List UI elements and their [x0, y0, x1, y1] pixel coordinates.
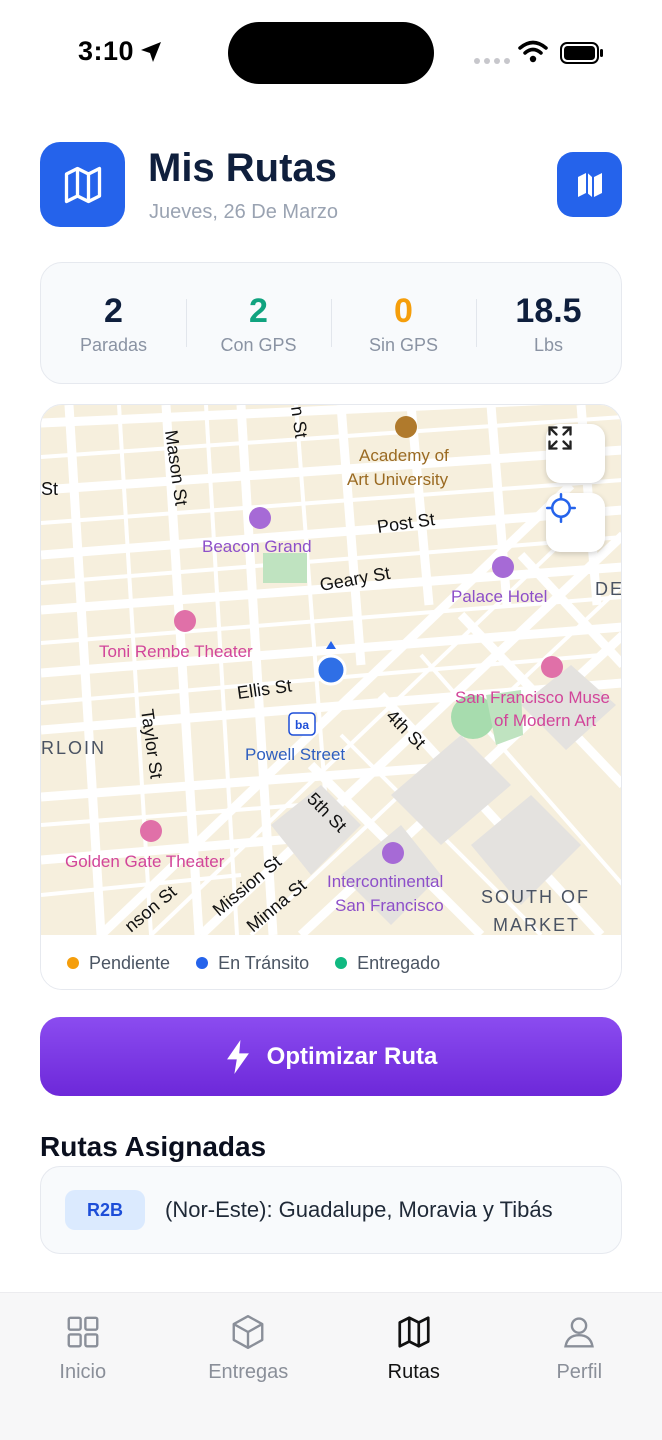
locate-me-button[interactable]	[546, 493, 605, 552]
map-label: San Francisco Muse	[455, 688, 610, 707]
stat-label: Paradas	[79, 335, 148, 355]
map-label: Toni Rembe Theater	[99, 642, 253, 661]
stat-value: 18.5	[515, 292, 582, 330]
stat-value: 2	[249, 292, 268, 330]
stat-label: Con GPS	[220, 335, 297, 355]
map-label: n St	[287, 405, 311, 439]
tab-bar: Inicio Entregas Rutas Perfil	[0, 1292, 662, 1440]
legend-entregado: Entregado	[335, 953, 440, 974]
map-label: Art University	[347, 470, 449, 489]
map-label: Ellis St	[236, 675, 293, 702]
tab-label: Inicio	[59, 1361, 107, 1383]
map-label: St	[41, 479, 58, 499]
wifi-icon	[518, 40, 548, 63]
legend-label: Pendiente	[89, 952, 171, 973]
map-label: San Francisco	[335, 896, 444, 915]
svg-text:ba: ba	[295, 718, 309, 732]
stats-card: 2 Paradas 2 Con GPS 0 Sin GPS 18.5 Lbs	[40, 262, 622, 384]
legend-pendiente: Pendiente	[67, 953, 170, 974]
legend-label: En Tránsito	[218, 952, 310, 973]
map-label: Powell Street	[245, 745, 345, 764]
tab-label: Rutas	[387, 1361, 440, 1383]
stat-label: Lbs	[533, 335, 564, 355]
battery-icon	[560, 42, 603, 64]
expand-map-button[interactable]	[546, 424, 605, 483]
optimize-route-button[interactable]: Optimizar Ruta	[40, 1017, 622, 1096]
map-card: ba Academy of Art University Beacon Gran…	[40, 404, 622, 990]
stat-value: 2	[104, 292, 123, 330]
route-map[interactable]: ba Academy of Art University Beacon Gran…	[41, 405, 622, 935]
locate-icon	[546, 493, 576, 523]
status-dot	[67, 957, 79, 969]
map-label: DE	[595, 579, 622, 599]
route-item[interactable]: R2B (Nor-Este): Guadalupe, Moravia y Tib…	[40, 1166, 622, 1254]
map-icon	[398, 1316, 430, 1348]
tab-rutas[interactable]: Rutas	[331, 1293, 497, 1440]
map-label: Palace Hotel	[451, 587, 547, 606]
stat-lbs: 18.5 Lbs	[476, 263, 621, 383]
stat-con-gps: 2 Con GPS	[186, 263, 331, 383]
map-label: Intercontinental	[327, 872, 443, 891]
map-icon	[577, 172, 602, 197]
tab-perfil[interactable]: Perfil	[497, 1293, 662, 1440]
map-label: MARKET	[493, 915, 580, 935]
stat-sin-gps: 0 Sin GPS	[331, 263, 476, 383]
tab-label: Entregas	[208, 1361, 289, 1383]
map-legend: Pendiente En Tránsito Entregado	[41, 935, 621, 989]
assigned-routes-title: Rutas Asignadas	[40, 1131, 267, 1162]
page-date: Jueves, 26 De Marzo	[149, 201, 338, 223]
tab-inicio[interactable]: Inicio	[0, 1293, 166, 1440]
map-view-button[interactable]	[557, 152, 622, 217]
map-label: RLOIN	[41, 738, 106, 758]
route-name: (Nor-Este): Guadalupe, Moravia y Tibás	[165, 1197, 553, 1222]
user-icon	[564, 1317, 595, 1348]
status-dot	[196, 957, 209, 969]
signal-icon	[474, 58, 510, 64]
optimize-label: Optimizar Ruta	[266, 1042, 438, 1070]
map-label: Academy of	[359, 446, 449, 465]
stat-paradas: 2 Paradas	[41, 263, 186, 383]
tab-label: Perfil	[556, 1361, 603, 1383]
location-arrow-icon	[141, 42, 161, 62]
box-icon	[232, 1314, 264, 1350]
grid-icon	[67, 1316, 99, 1348]
stat-label: Sin GPS	[368, 335, 439, 355]
map-label: of Modern Art	[494, 711, 596, 730]
stat-value: 0	[394, 292, 413, 330]
expand-icon	[548, 426, 572, 450]
legend-en-transito: En Tránsito	[196, 953, 309, 974]
status-dot	[335, 957, 348, 969]
map-label: SOUTH OF	[481, 887, 590, 907]
legend-label: Entregado	[357, 952, 441, 973]
route-code-badge: R2B	[65, 1190, 145, 1230]
map-icon	[64, 166, 101, 203]
dynamic-island	[228, 22, 434, 84]
bolt-icon	[226, 1039, 249, 1074]
status-time: 3:10	[78, 36, 135, 66]
page-title: Mis Rutas	[148, 146, 337, 190]
map-label: Beacon Grand	[202, 537, 312, 556]
tab-entregas[interactable]: Entregas	[166, 1293, 332, 1440]
status-bar: 3:10	[0, 0, 662, 100]
map-label: Golden Gate Theater	[65, 852, 225, 871]
app-logo	[40, 142, 125, 227]
